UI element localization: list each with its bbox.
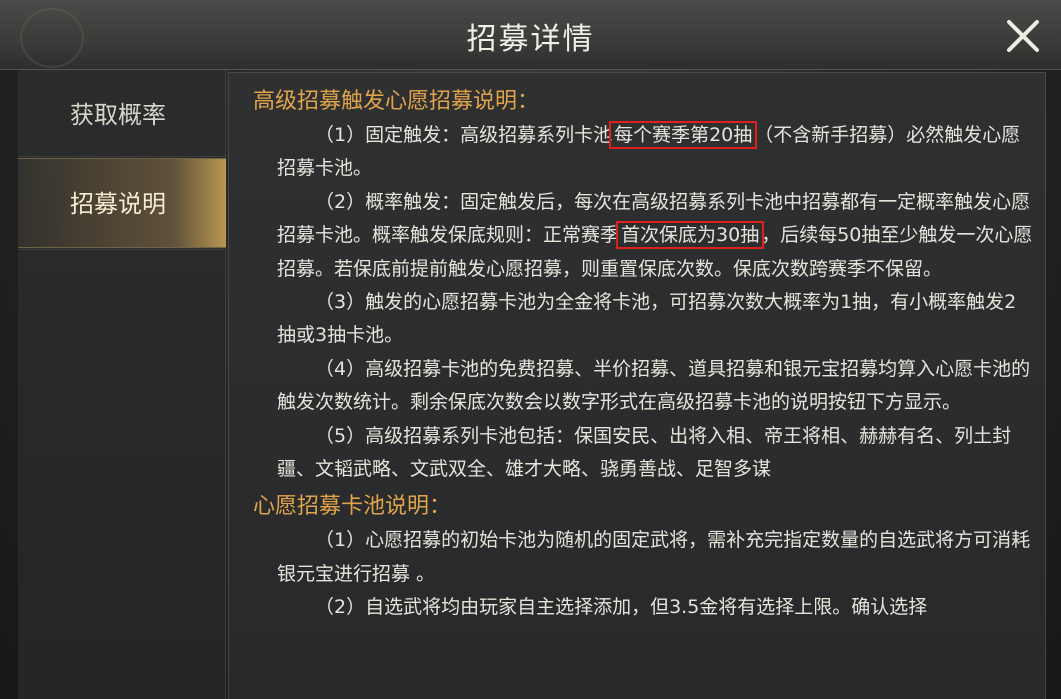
- section-title: 高级招募触发心愿招募说明：: [253, 89, 540, 114]
- tab-probability[interactable]: 获取概率: [18, 70, 226, 160]
- tab-recruit-info[interactable]: 招募说明: [18, 158, 226, 248]
- rule-paragraph: （2）概率触发：固定触发后，每次在高级招募系列卡池中招募都有一定概率触发心愿招募…: [277, 190, 1033, 280]
- tab-recruit-info-label: 招募说明: [70, 190, 166, 218]
- rule-paragraph: （3）触发的心愿招募卡池为全金将卡池，可招募次数大概率为1抽，有小概率触发2抽或…: [277, 291, 1017, 347]
- rule-paragraph: （1）心愿招募的初始卡池为随机的固定武将，需补充完指定数量的自选武将方可消耗银元…: [277, 529, 1031, 585]
- rule-paragraph: （4）高级招募卡池的免费招募、半价招募、道具招募和银元宝招募均算入心愿卡池的触发…: [277, 357, 1031, 414]
- rule-paragraph: （5）高级招募系列卡池包括：保国安民、出将入相、帝王将相、赫赫有名、列土封疆、文…: [277, 424, 1012, 481]
- sidebar-divider: [18, 156, 226, 157]
- highlight-box: 首次保底为30抽: [616, 221, 765, 250]
- window-title: 招募详情: [466, 22, 595, 57]
- content-scroll: 高级招募触发心愿招募说明： （1）固定触发：高级招募系列卡池 每个赛季第20抽 （不…: [253, 85, 1033, 625]
- tab-probability-label: 获取概率: [70, 101, 166, 129]
- header-bar: 招募详情: [0, 0, 1061, 70]
- sidebar: 获取概率 招募说明: [18, 70, 226, 699]
- section-title: 心愿招募卡池说明：: [253, 494, 452, 520]
- content-panel[interactable]: 高级招募触发心愿招募说明： （1）固定触发：高级招募系列卡池 每个赛季第20抽 （不…: [228, 72, 1046, 699]
- close-icon[interactable]: [1003, 16, 1043, 56]
- highlight-box: 每个赛季第20抽: [609, 121, 758, 149]
- rule-paragraph: （1）固定触发：高级招募系列卡池 每个赛季第20抽 （不含新手招募）必然触发心愿招募…: [277, 121, 1021, 180]
- popup-frame: 招募详情 获取概率 招募说明 高级招募触发心愿招募说明： （1）固定触发：高级招…: [0, 0, 1061, 699]
- rule-paragraph: （2）自选武将均由玩家自主选择添加，但3.5金将有选择上限。确认选择: [315, 596, 928, 619]
- sidebar-divider: [18, 249, 226, 250]
